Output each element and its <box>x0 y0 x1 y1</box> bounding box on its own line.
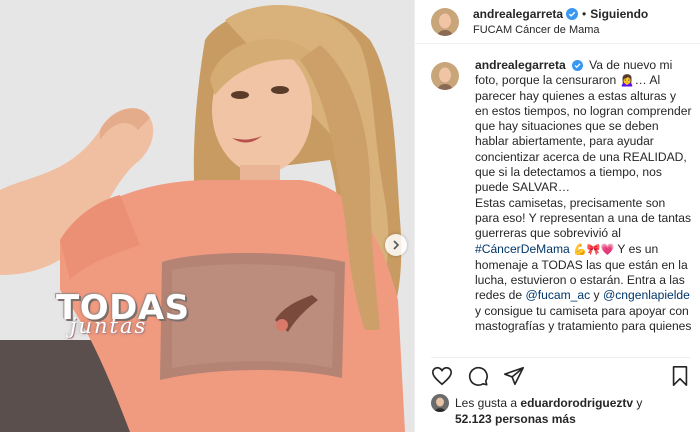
next-photo-button[interactable] <box>385 234 407 256</box>
likes-conjunction: y <box>636 395 643 410</box>
post-header: andrealegarreta • Siguiendo FUCAM Cáncer… <box>415 0 700 44</box>
likes-count[interactable]: 52.123 personas más <box>455 412 576 426</box>
verified-badge-icon <box>571 60 583 72</box>
bookmark-icon <box>672 365 688 386</box>
caption-paragraph-2c: y consigue tu camiseta para apoyar con m… <box>475 303 692 334</box>
likes-prefix: Les gusta a <box>455 395 518 410</box>
action-bar <box>431 357 690 387</box>
chevron-right-icon <box>393 240 400 250</box>
caption-section: andrealegarreta Va de nuevo mi foto, por… <box>431 58 692 350</box>
liker-username[interactable]: eduardorodrigueztv <box>520 396 633 411</box>
caption-paragraph-2a: Estas camisetas, precisamente son para e… <box>475 195 692 241</box>
liker-avatar-image <box>431 394 449 412</box>
post-sidebar: andrealegarreta • Siguiendo FUCAM Cáncer… <box>414 0 700 432</box>
hashtag-link[interactable]: #CáncerDeMama <box>475 242 570 256</box>
mention-link-cngenlapielde[interactable]: @cngenlapielde <box>603 288 690 302</box>
header-separator: • <box>582 6 587 21</box>
heart-icon <box>432 366 452 385</box>
caption-username[interactable]: andrealegarreta <box>475 58 566 72</box>
liker-avatar[interactable] <box>431 394 449 412</box>
mention-link-fucam[interactable]: @fucam_ac <box>525 288 590 302</box>
avatar-image <box>431 62 459 90</box>
overlay-script: juntas <box>70 314 148 338</box>
save-button[interactable] <box>670 365 690 387</box>
caption-emojis: 💪🎀💗 <box>573 243 615 256</box>
comment-icon <box>468 366 488 386</box>
avatar-image <box>431 7 459 36</box>
caption-paragraph-1: Va de nuevo mi foto, porque la censuraro… <box>475 58 692 195</box>
post-photo[interactable]: TODAS juntas <box>0 0 414 432</box>
caption-avatar[interactable] <box>431 62 459 90</box>
verified-badge-icon <box>566 7 579 20</box>
share-button[interactable] <box>503 365 525 387</box>
location-link[interactable]: FUCAM Cáncer de Mama <box>473 23 648 37</box>
avatar[interactable] <box>431 7 459 36</box>
send-icon <box>504 366 524 385</box>
comment-button[interactable] <box>467 365 489 387</box>
post-image <box>0 0 414 432</box>
following-button[interactable]: Siguiendo <box>590 7 648 21</box>
header-username[interactable]: andrealegarreta <box>473 7 563 21</box>
caption-conjunction: y <box>593 288 600 303</box>
caption-text: andrealegarreta Va de nuevo mi foto, por… <box>475 58 692 334</box>
like-button[interactable] <box>431 365 453 387</box>
likes-section: Les gusta a eduardorodrigueztv y 52.123 … <box>431 394 692 427</box>
